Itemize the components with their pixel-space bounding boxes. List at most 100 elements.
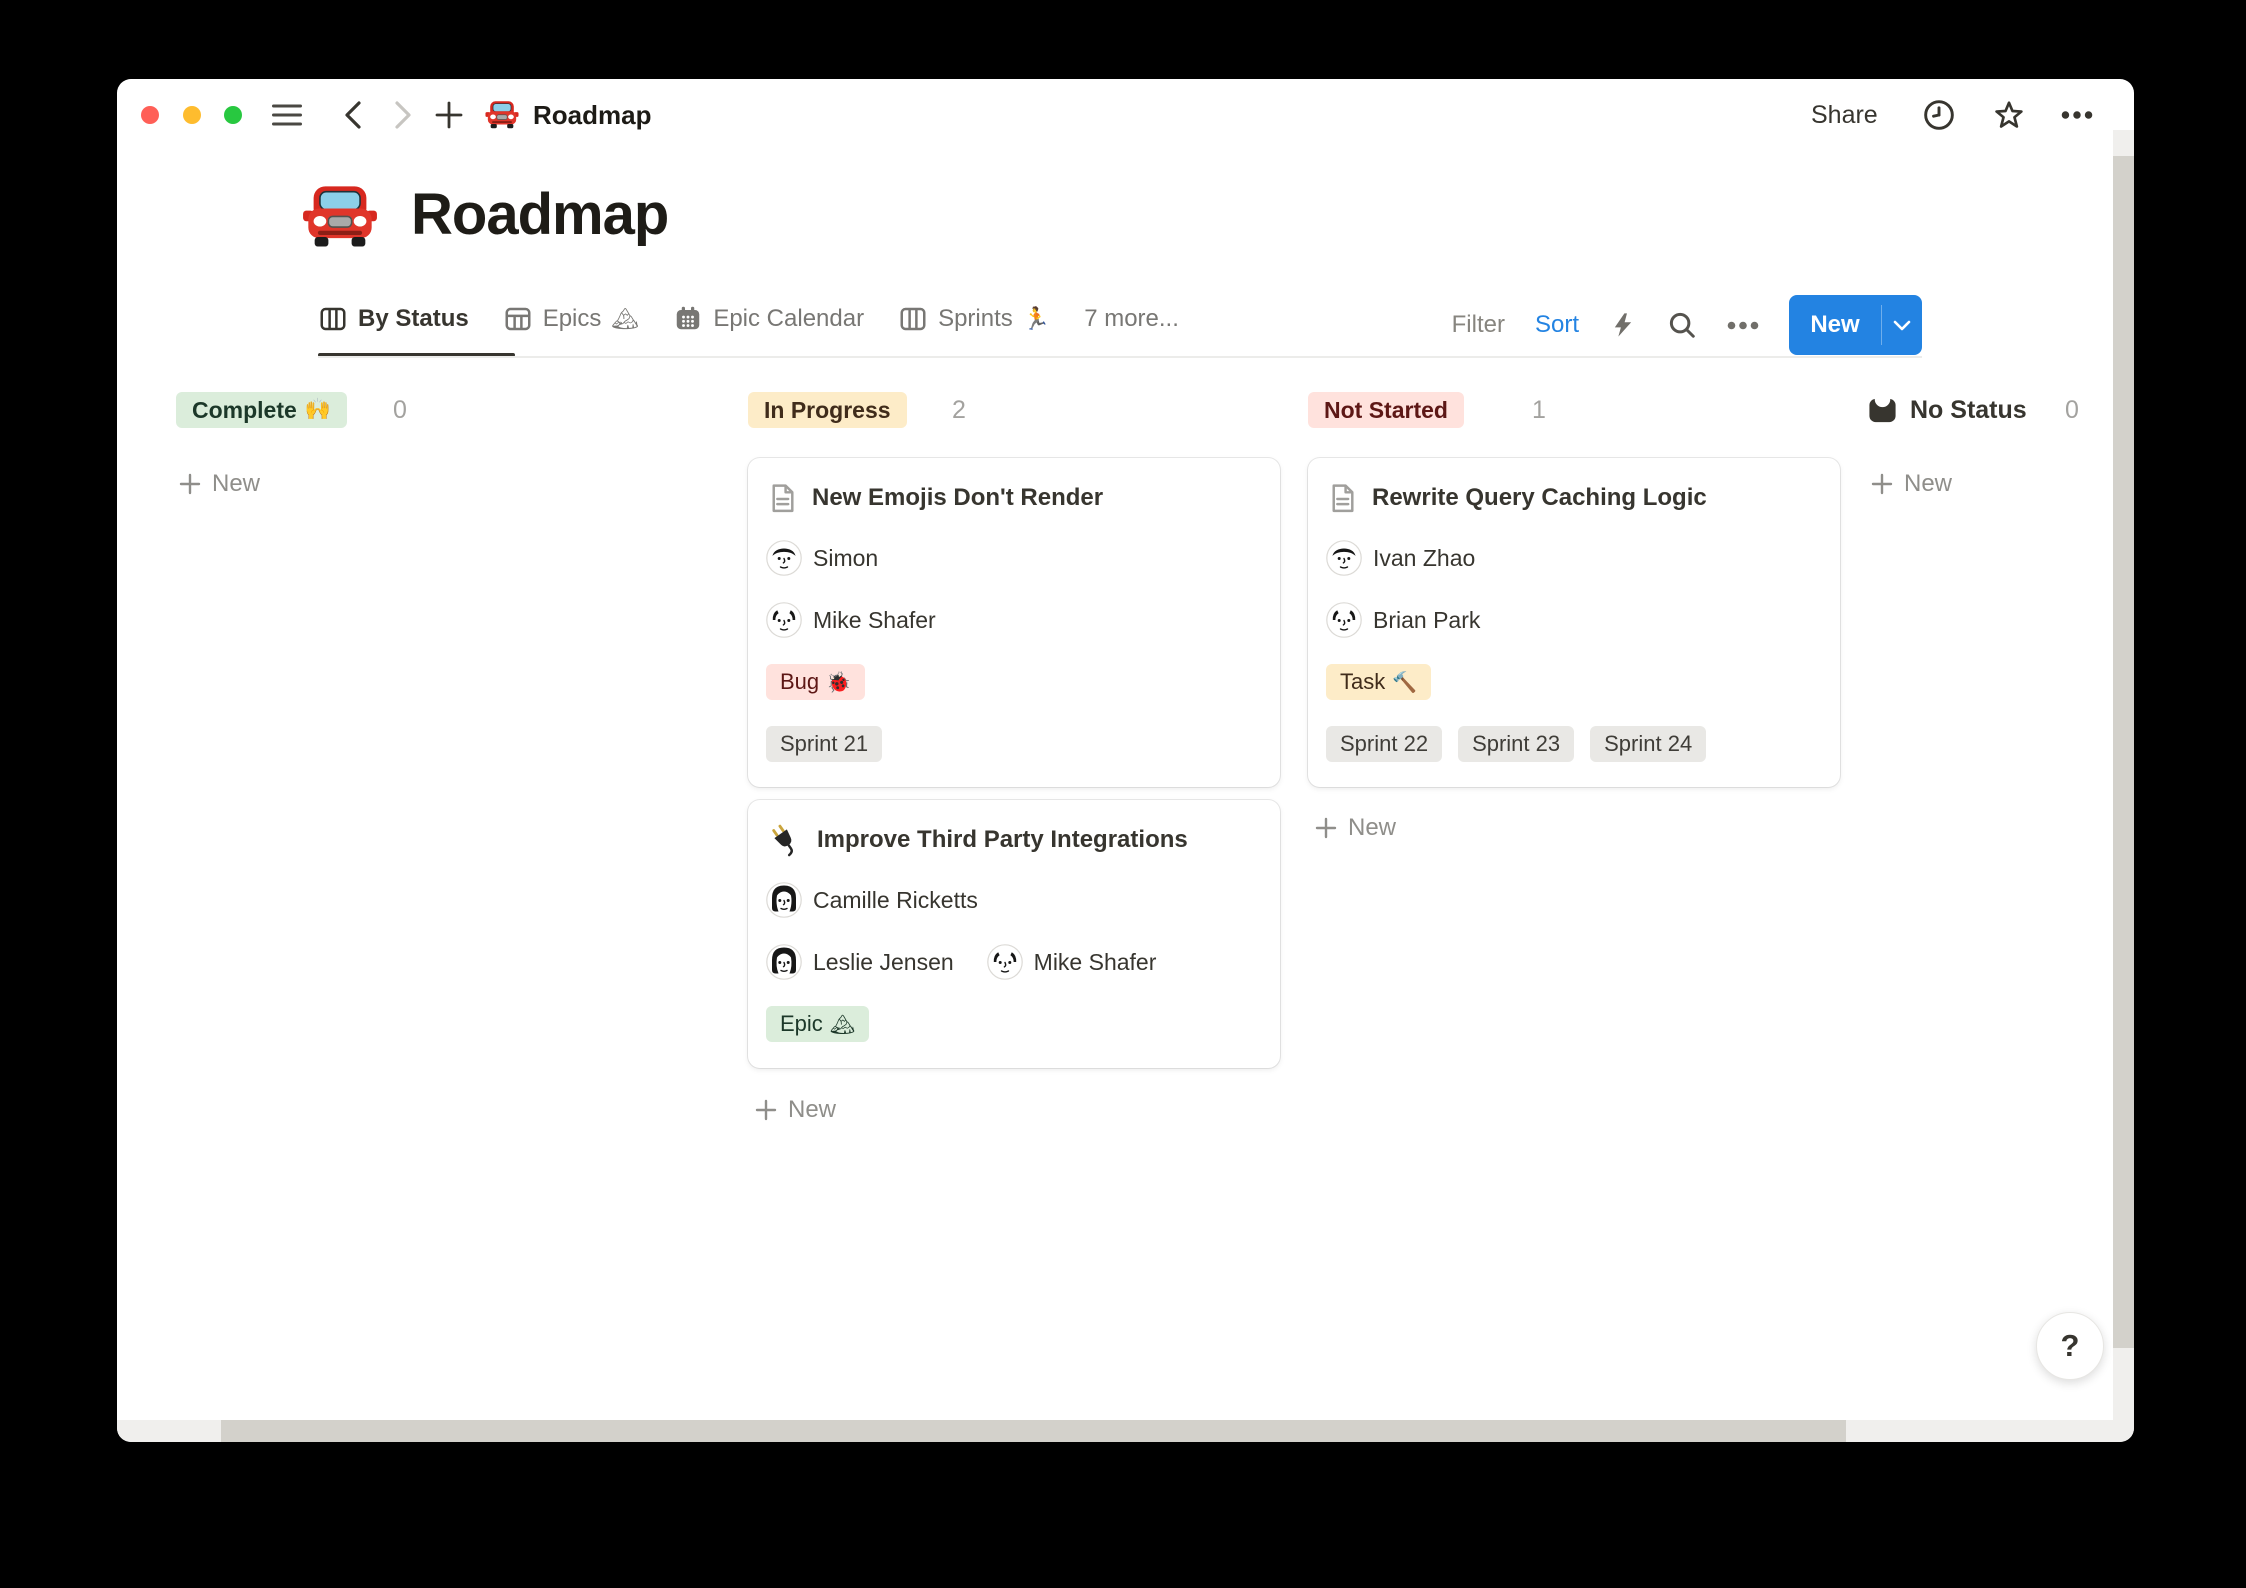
column-header-no-status[interactable]: No Status	[1867, 392, 2027, 428]
calendar-view-icon	[673, 304, 703, 334]
ladybug-emoji: 🐞	[826, 670, 851, 695]
new-tab-icon[interactable]	[433, 99, 465, 131]
person-name: Simon	[813, 545, 878, 572]
add-card-complete[interactable]: New	[179, 466, 260, 502]
sprint-chip: Sprint 24	[1590, 726, 1706, 762]
tag-label: Bug	[780, 669, 819, 695]
tab-by-status[interactable]: By Status	[318, 304, 469, 334]
card-rewrite-query-caching-logic[interactable]: Rewrite Query Caching Logic Ivan Zhao Br…	[1308, 458, 1840, 787]
plug-emoji-icon	[766, 821, 804, 859]
traffic-light-minimize[interactable]	[183, 106, 201, 124]
add-card-not-started[interactable]: New	[1315, 810, 1396, 846]
column-name: In Progress	[764, 397, 891, 424]
filter-button[interactable]: Filter	[1452, 311, 1505, 339]
avatar	[987, 944, 1023, 980]
new-button-label: New	[1789, 295, 1881, 355]
column-header-not-started[interactable]: Not Started	[1308, 392, 1464, 428]
help-button[interactable]: ?	[2036, 1312, 2104, 1380]
board-view-icon	[318, 304, 348, 334]
add-card-label: New	[1348, 814, 1396, 842]
window-topbar: Roadmap Share	[117, 79, 2134, 151]
card-improve-third-party-integrations[interactable]: Improve Third Party Integrations Camille…	[748, 800, 1280, 1068]
tab-sprints[interactable]: Sprints 🏃	[898, 304, 1050, 334]
tag-label: Epic	[780, 1011, 823, 1037]
card-title: Rewrite Query Caching Logic	[1372, 484, 1707, 512]
column-count: 0	[393, 392, 407, 428]
add-card-label: New	[1904, 470, 1952, 498]
view-tabs: By Status Epics 🏔 Epic Calendar Sprints …	[318, 297, 1179, 341]
tabs-more[interactable]: 7 more...	[1084, 305, 1179, 333]
plus-icon	[1871, 473, 1893, 495]
topbar-doc-title: Roadmap	[533, 79, 651, 151]
avatar	[766, 882, 802, 918]
sort-button[interactable]: Sort	[1535, 311, 1579, 339]
more-options-icon[interactable]	[2061, 99, 2093, 131]
person-name: Leslie Jensen	[813, 949, 954, 976]
page-title[interactable]: Roadmap	[411, 181, 668, 248]
traffic-light-close[interactable]	[141, 106, 159, 124]
card-title: New Emojis Don't Render	[812, 484, 1103, 512]
add-card-in-progress[interactable]: New	[755, 1092, 836, 1128]
avatar	[766, 602, 802, 638]
updates-clock-icon[interactable]	[1923, 99, 1955, 131]
vertical-scrollbar-thumb[interactable]	[2113, 156, 2134, 1348]
avatar	[766, 540, 802, 576]
card-title: Improve Third Party Integrations	[817, 826, 1188, 854]
view-options-icon[interactable]	[1727, 321, 1759, 330]
column-header-in-progress[interactable]: In Progress	[748, 392, 907, 428]
favorite-star-icon[interactable]	[1993, 99, 2025, 131]
tab-label: By Status	[358, 305, 469, 333]
horizontal-scrollbar-thumb[interactable]	[221, 1420, 1846, 1442]
tab-label: Sprints	[938, 305, 1013, 333]
column-count: 0	[2065, 392, 2079, 428]
page-car-emoji-icon	[302, 179, 378, 255]
tab-label: Epic Calendar	[713, 305, 864, 333]
tag-bug: Bug 🐞	[766, 664, 865, 700]
person-name: Mike Shafer	[1034, 949, 1157, 976]
mountain-emoji: 🏔	[611, 306, 639, 332]
add-card-label: New	[788, 1096, 836, 1124]
page-icon	[766, 482, 799, 515]
doc-car-emoji-icon	[485, 98, 519, 132]
horizontal-scrollbar-track	[117, 1420, 2134, 1442]
avatar	[1326, 540, 1362, 576]
tabs-divider	[318, 356, 1922, 358]
page-icon	[1326, 482, 1359, 515]
add-card-label: New	[212, 470, 260, 498]
share-button[interactable]: Share	[1811, 79, 1878, 151]
forward-icon[interactable]	[387, 99, 419, 131]
no-status-inbox-icon	[1867, 395, 1898, 426]
tab-epic-calendar[interactable]: Epic Calendar	[673, 304, 864, 334]
tag-epic: Epic 🏔	[766, 1006, 869, 1042]
person-name: Brian Park	[1373, 607, 1480, 634]
card-new-emojis-dont-render[interactable]: New Emojis Don't Render Simon Mike Shafe…	[748, 458, 1280, 787]
tag-label: Task	[1340, 669, 1385, 695]
board-view-icon	[898, 304, 928, 334]
column-header-complete[interactable]: Complete 🙌	[176, 392, 347, 428]
sidebar-menu-icon[interactable]	[271, 99, 303, 131]
column-name: No Status	[1910, 396, 2027, 425]
tab-label: Epics	[543, 305, 602, 333]
column-count: 2	[952, 392, 966, 428]
search-icon[interactable]	[1667, 310, 1697, 340]
column-count: 1	[1532, 392, 1546, 428]
runner-emoji: 🏃	[1023, 306, 1050, 332]
collection-toolbar: Filter Sort New	[1397, 294, 1922, 356]
chevron-down-icon[interactable]	[1882, 295, 1922, 355]
tag-task: Task 🔨	[1326, 664, 1431, 700]
tab-epics[interactable]: Epics 🏔	[503, 304, 640, 334]
mountain-emoji: 🏔	[830, 1012, 855, 1037]
automations-bolt-icon[interactable]	[1609, 311, 1637, 339]
back-icon[interactable]	[337, 99, 369, 131]
avatar	[766, 944, 802, 980]
traffic-light-zoom[interactable]	[224, 106, 242, 124]
vertical-scrollbar-track	[2113, 130, 2134, 1420]
sprint-chip: Sprint 21	[766, 726, 882, 762]
new-button[interactable]: New	[1789, 295, 1922, 355]
plus-icon	[179, 473, 201, 495]
sprint-chip: Sprint 23	[1458, 726, 1574, 762]
person-name: Mike Shafer	[813, 607, 936, 634]
raising-hands-emoji: 🙌	[305, 398, 331, 422]
column-name: Complete	[192, 397, 297, 424]
add-card-no-status[interactable]: New	[1871, 466, 1952, 502]
